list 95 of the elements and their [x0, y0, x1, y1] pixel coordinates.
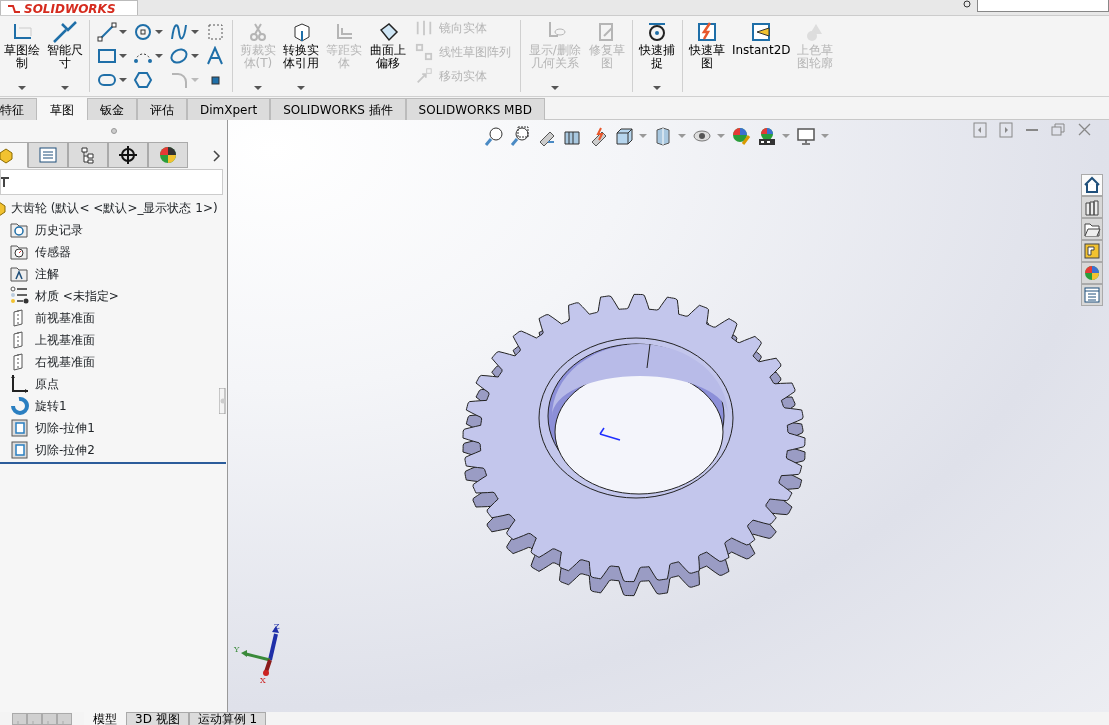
tool-button[interactable]: 快速捕捉	[635, 16, 679, 96]
panel-tab[interactable]	[148, 142, 188, 168]
tool-button[interactable]: 快速草图	[685, 16, 729, 96]
move-icon	[415, 67, 434, 85]
chevron-right-icon	[213, 149, 221, 162]
tile-right-icon	[999, 122, 1013, 138]
bottom-tab[interactable]: 运动算例 1	[188, 712, 267, 725]
cut-extrude-icon	[10, 440, 30, 460]
window-button[interactable]	[1025, 128, 1039, 132]
toolbar-button[interactable]	[757, 126, 790, 146]
circle-icon	[133, 22, 154, 42]
scene-icon	[757, 126, 777, 146]
tree-item[interactable]: 传感器	[35, 243, 71, 261]
material-icon	[10, 286, 30, 306]
folder-letter-icon	[10, 264, 30, 284]
spline-icon	[169, 22, 190, 42]
tree-item[interactable]: 注解	[35, 265, 59, 283]
tree-item[interactable]: 大齿轮 (默认< <默认>_显示状态 1>)	[11, 199, 218, 217]
search-field[interactable]	[977, 0, 1109, 12]
sketch-tool-button[interactable]	[205, 46, 226, 66]
toolbar-button[interactable]	[484, 126, 504, 146]
dashed-rectangle-icon	[205, 22, 226, 42]
properties-list-icon	[1083, 286, 1101, 304]
dimension-icon	[51, 20, 78, 44]
appearance-icon	[731, 126, 751, 146]
list-icon	[38, 145, 58, 165]
mirror-icon	[415, 19, 434, 37]
color-ball-icon	[1083, 264, 1101, 282]
tree-item[interactable]: 历史记录	[35, 221, 83, 239]
tree-item[interactable]: 右视基准面	[35, 353, 95, 371]
zoom-area-icon	[510, 126, 530, 146]
window-button[interactable]	[973, 122, 987, 138]
pattern-icon	[415, 43, 434, 61]
sketch-tool-button[interactable]	[169, 22, 200, 42]
tree-item[interactable]: 前视基准面	[35, 309, 95, 327]
color-ball-icon	[158, 145, 178, 165]
hexagon-icon	[133, 70, 154, 90]
ellipse-icon	[169, 46, 190, 66]
task-pane-tab[interactable]	[1081, 196, 1103, 218]
ribbon-tab[interactable]: SOLIDWORKS MBD	[405, 98, 545, 120]
folder-icon	[1083, 220, 1101, 238]
sketch-tool-button[interactable]	[133, 22, 164, 42]
splitter-handle[interactable]	[110, 128, 117, 134]
ribbon-tab[interactable]: 钣金	[87, 98, 137, 120]
fillet-icon	[169, 70, 190, 90]
tile-left-icon	[973, 122, 987, 138]
home-icon	[1083, 176, 1101, 194]
search-icon	[962, 0, 974, 10]
tool-button[interactable]: 智能尺寸	[43, 16, 87, 96]
sketch-tool-button[interactable]	[97, 22, 128, 42]
folder-clock-icon	[10, 220, 30, 240]
tool-button[interactable]: 曲面上偏移	[365, 16, 410, 96]
display-style-icon	[653, 126, 673, 146]
crosshair-icon	[118, 145, 138, 165]
bottom-tab[interactable]: 3D 视图	[126, 712, 189, 725]
close-icon	[1077, 122, 1091, 138]
folder-gauge-icon	[10, 242, 30, 262]
toolbar-button[interactable]	[614, 126, 647, 146]
books-icon	[1083, 198, 1101, 216]
zoom-fit-icon	[484, 126, 504, 146]
task-pane-tab[interactable]	[1081, 174, 1103, 196]
rectangle-icon	[97, 46, 118, 66]
ribbon-tab[interactable]: 特征	[0, 98, 37, 120]
tree-item[interactable]: 上视基准面	[35, 331, 95, 349]
tool-button[interactable]: 转换实体引用	[279, 16, 323, 96]
sketch-tool-button[interactable]	[169, 46, 200, 66]
text-tool-icon	[205, 46, 226, 66]
tool-button[interactable]: Instant2D	[728, 16, 794, 96]
logo: SOLIDWORKS	[24, 1, 116, 15]
tree-item[interactable]: 材质 <未指定>	[35, 287, 119, 305]
ribbon-tab[interactable]: 评估	[137, 98, 187, 120]
minimize-icon	[1025, 128, 1039, 132]
tree-item[interactable]: 切除-拉伸1	[35, 419, 95, 437]
toolbar-button[interactable]	[510, 126, 530, 146]
cut-extrude-icon	[10, 418, 30, 438]
logo-icon	[7, 3, 21, 14]
filter-field[interactable]	[0, 169, 223, 195]
tree-item[interactable]: 旋转1	[35, 397, 67, 415]
tree-item[interactable]: 切除-拉伸2	[35, 441, 95, 459]
ribbon-tab[interactable]: DimXpert	[187, 98, 271, 120]
line-icon	[97, 22, 118, 42]
restore-icon	[1051, 122, 1065, 138]
tool-button[interactable]: 草图绘制	[0, 16, 44, 96]
window-button[interactable]	[999, 122, 1013, 138]
origin-icon	[10, 374, 30, 394]
window-button[interactable]	[1077, 122, 1091, 138]
collapse-handle[interactable]	[219, 388, 227, 414]
revolve-icon	[10, 396, 30, 416]
tree-item[interactable]: 原点	[35, 375, 59, 393]
monitor-icon	[796, 126, 816, 146]
task-pane-tab[interactable]	[1081, 218, 1103, 240]
view-cube-icon	[614, 126, 634, 146]
ribbon-tab[interactable]: SOLIDWORKS 插件	[270, 98, 406, 120]
sketch-tool-button[interactable]	[97, 46, 128, 66]
panel-tab[interactable]	[108, 142, 148, 168]
